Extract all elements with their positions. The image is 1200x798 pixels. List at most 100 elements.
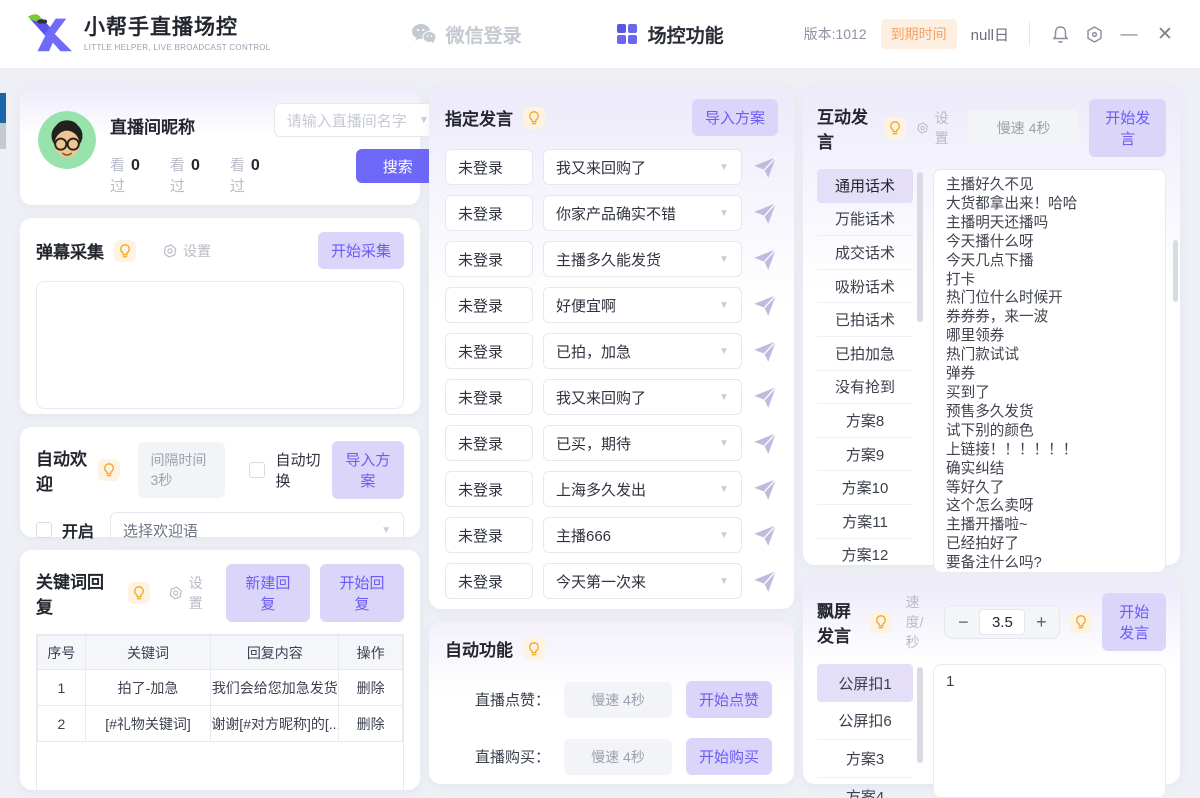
login-status-box[interactable]: 未登录 <box>445 333 533 369</box>
message-select[interactable]: 好便宜啊▼ <box>543 287 742 323</box>
table-row: 1 拍了-加急 我们会给您加急发货 删除 <box>38 670 403 706</box>
interactive-settings-button[interactable]: 设置 <box>916 108 957 148</box>
send-icon[interactable] <box>752 338 778 364</box>
send-icon[interactable] <box>752 246 778 272</box>
tab-script[interactable]: 方案11 <box>817 505 913 539</box>
nav-field-control[interactable]: 场控功能 <box>617 21 724 48</box>
start-buy-button[interactable]: 开始购买 <box>686 738 772 775</box>
login-status-box[interactable]: 未登录 <box>445 287 533 323</box>
chevron-down-icon: ▼ <box>719 254 729 265</box>
tab-script[interactable]: 已拍话术 <box>817 303 913 337</box>
floating-content-textarea[interactable]: 1 <box>933 664 1166 798</box>
delete-button[interactable]: 删除 <box>339 706 403 742</box>
login-status-box[interactable]: 未登录 <box>445 149 533 185</box>
interval-time-pill[interactable]: 间隔时间 3秒 <box>138 442 225 498</box>
tab-script[interactable]: 方案9 <box>817 438 913 472</box>
tab-script[interactable]: 通用话术 <box>817 169 913 203</box>
tip-bulb-icon <box>98 459 120 481</box>
tab-script[interactable]: 吸粉话术 <box>817 270 913 304</box>
tab-script[interactable]: 万能话术 <box>817 203 913 237</box>
welcome-enable-checkbox[interactable] <box>36 522 52 538</box>
message-select[interactable]: 主播666▼ <box>543 517 742 553</box>
tab-script[interactable]: 没有抢到 <box>817 371 913 405</box>
room-name-input[interactable]: 请输入直播间名字 ▼ <box>274 103 440 137</box>
tab-floating[interactable]: 公屏扣1 <box>817 664 913 702</box>
welcome-import-plan-button[interactable]: 导入方案 <box>332 441 404 499</box>
danmu-settings-button[interactable]: 设置 <box>162 241 211 261</box>
auto-buy-speed-pill[interactable]: 慢速 4秒 <box>564 739 672 775</box>
delete-button[interactable]: 删除 <box>339 670 403 706</box>
message-select[interactable]: 我又来回购了▼ <box>543 379 742 415</box>
tab-script[interactable]: 方案12 <box>817 539 913 573</box>
login-status-box[interactable]: 未登录 <box>445 517 533 553</box>
floating-tabs-scrollbar[interactable] <box>917 667 923 763</box>
send-icon[interactable] <box>752 292 778 318</box>
floating-start-button[interactable]: 开始发言 <box>1102 593 1166 651</box>
message-select[interactable]: 你家产品确实不错▼ <box>543 195 742 231</box>
col-keyword: 关键词 <box>85 636 211 670</box>
tabs-scrollbar[interactable] <box>917 172 923 322</box>
message-select[interactable]: 主播多久能发货▼ <box>543 241 742 277</box>
login-status-box[interactable]: 未登录 <box>445 241 533 277</box>
search-button[interactable]: 搜索 <box>356 149 440 183</box>
minimize-button[interactable]: — <box>1118 24 1140 44</box>
decrease-button[interactable]: − <box>947 612 979 633</box>
welcome-message-select[interactable]: 选择欢迎语 ▼ <box>110 512 404 548</box>
send-icon[interactable] <box>752 568 778 594</box>
message-select[interactable]: 已买，期待▼ <box>543 425 742 461</box>
content-scrollbar[interactable] <box>1173 240 1178 302</box>
message-select[interactable]: 上海多久发出▼ <box>543 471 742 507</box>
tab-floating[interactable]: 方案4 <box>817 778 913 798</box>
login-status-box[interactable]: 未登录 <box>445 425 533 461</box>
settings-gear-icon <box>916 120 929 136</box>
send-icon[interactable] <box>752 522 778 548</box>
interactive-start-button[interactable]: 开始发言 <box>1089 99 1166 157</box>
start-reply-button[interactable]: 开始回复 <box>320 564 404 622</box>
login-status-box[interactable]: 未登录 <box>445 471 533 507</box>
message-select[interactable]: 今天第一次来▼ <box>543 563 742 599</box>
login-status-box[interactable]: 未登录 <box>445 563 533 599</box>
tab-floating[interactable]: 公屏扣6 <box>817 702 913 740</box>
auto-buy-row: 直播购买： 慢速 4秒 开始购买 <box>445 738 778 775</box>
interactive-speed-pill[interactable]: 慢速 4秒 <box>968 110 1080 146</box>
message-select[interactable]: 我又来回购了▼ <box>543 149 742 185</box>
table-header-row: 序号 关键词 回复内容 操作 <box>38 636 403 670</box>
designated-row: 未登录 主播666▼ <box>445 517 778 553</box>
main-area: 直播间昵称 看过0 看过0 看过0 请输入直播间名字 ▼ 搜索 弹幕采集 <box>0 68 1200 798</box>
logo-x-icon <box>24 11 74 57</box>
tab-script[interactable]: 方案8 <box>817 404 913 438</box>
tab-script[interactable]: 成交话术 <box>817 236 913 270</box>
send-icon[interactable] <box>752 384 778 410</box>
wechat-login-button[interactable]: 微信登录 <box>411 21 522 48</box>
login-status-box[interactable]: 未登录 <box>445 379 533 415</box>
send-icon[interactable] <box>752 200 778 226</box>
tab-script[interactable]: 方案10 <box>817 471 913 505</box>
chevron-down-icon: ▼ <box>719 438 729 449</box>
auto-switch-checkbox[interactable] <box>249 462 265 478</box>
cell-keyword: [#礼物关键词] <box>85 706 211 742</box>
close-button[interactable]: ✕ <box>1154 23 1176 46</box>
stat-value: 0 <box>191 157 200 175</box>
bell-icon[interactable] <box>1050 24 1070 44</box>
tab-floating[interactable]: 方案3 <box>817 740 913 778</box>
designated-import-plan-button[interactable]: 导入方案 <box>692 99 778 136</box>
message-select[interactable]: 已拍，加急▼ <box>543 333 742 369</box>
start-like-button[interactable]: 开始点赞 <box>686 681 772 718</box>
danmu-collect-box[interactable] <box>36 281 404 409</box>
message-text: 你家产品确实不错 <box>556 203 676 224</box>
speed-value[interactable]: 3.5 <box>979 609 1025 635</box>
send-icon[interactable] <box>752 476 778 502</box>
send-icon[interactable] <box>752 430 778 456</box>
new-reply-button[interactable]: 新建回复 <box>226 564 310 622</box>
message-text: 主播666 <box>556 525 611 546</box>
gear-icon[interactable] <box>1084 24 1104 44</box>
login-status-box[interactable]: 未登录 <box>445 195 533 231</box>
interactive-content-textarea[interactable]: 主播好久不见 大货都拿出来！哈哈 主播明天还播吗 今天播什么呀 今天几点下播 打… <box>933 169 1166 573</box>
increase-button[interactable]: + <box>1025 612 1057 633</box>
keyword-settings-button[interactable]: 设置 <box>168 573 215 613</box>
tab-script[interactable]: 已拍加急 <box>817 337 913 371</box>
send-icon[interactable] <box>752 154 778 180</box>
designated-row: 未登录 我又来回购了▼ <box>445 379 778 415</box>
start-collect-button[interactable]: 开始采集 <box>318 232 404 269</box>
auto-like-speed-pill[interactable]: 慢速 4秒 <box>564 682 672 718</box>
